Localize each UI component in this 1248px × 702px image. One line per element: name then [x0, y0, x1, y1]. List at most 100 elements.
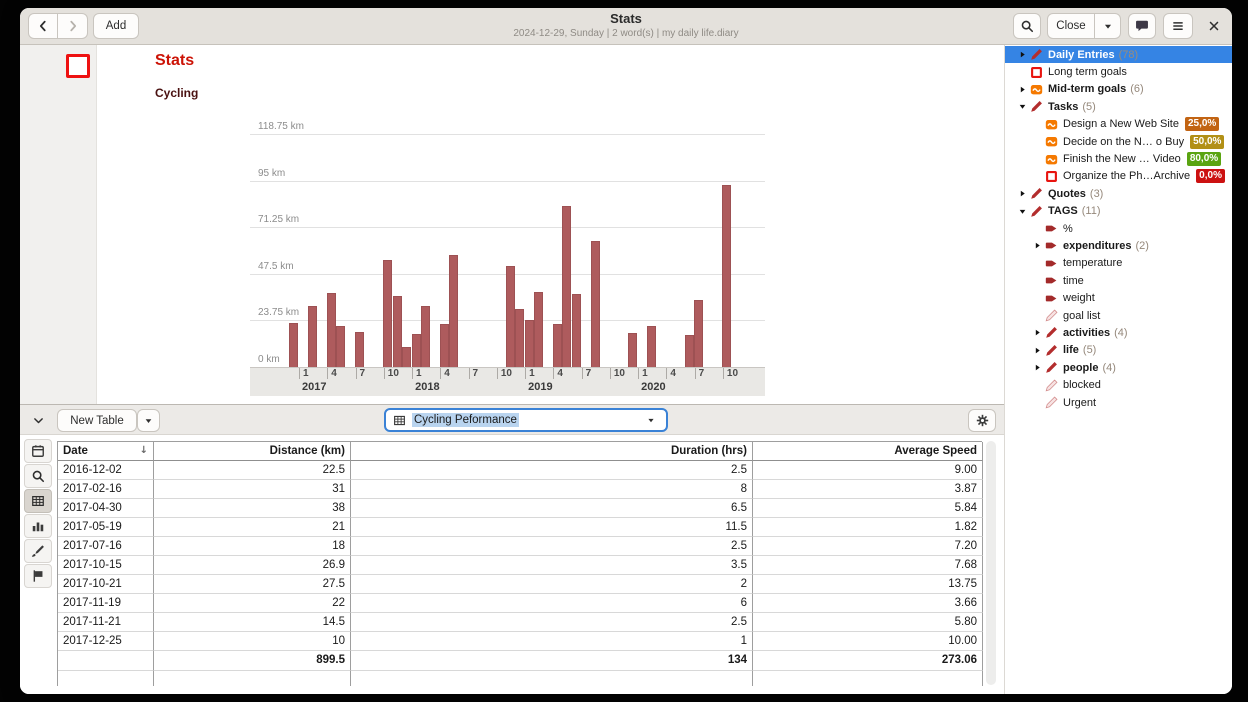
table-cell[interactable]: 26.9 [154, 556, 351, 575]
table-cell[interactable]: 18 [154, 537, 351, 556]
expander-closed-icon[interactable] [1015, 188, 1030, 200]
table-cell[interactable]: 13.75 [753, 575, 983, 594]
close-dropdown-button[interactable] [1095, 13, 1121, 39]
column-header-distance-km[interactable]: Distance (km) [154, 442, 351, 461]
table-cell[interactable]: 2017-10-21 [58, 575, 154, 594]
table-cell[interactable]: 31 [154, 480, 351, 499]
table-cell[interactable]: 3.66 [753, 594, 983, 613]
sidebar-item-activities[interactable]: activities(4) [1005, 324, 1232, 341]
column-header-duration-hrs[interactable]: Duration (hrs) [351, 442, 753, 461]
sidebar-item-temperature[interactable]: temperature [1005, 255, 1232, 272]
expander-closed-icon[interactable] [1015, 83, 1030, 95]
sidebar-item-long-term-goals[interactable]: Long term goals [1005, 63, 1232, 80]
x-axis-tick-label: 7 [473, 368, 479, 379]
expander-closed-icon[interactable] [1030, 362, 1045, 374]
table-cell[interactable]: 2.5 [351, 461, 753, 480]
table-cell[interactable]: 2.5 [351, 613, 753, 632]
sidebar-item-tasks[interactable]: Tasks(5) [1005, 98, 1232, 115]
table-cell[interactable]: 8 [351, 480, 753, 499]
table-cell[interactable]: 2017-04-30 [58, 499, 154, 518]
panel-mode-calendar-button[interactable] [24, 439, 52, 463]
table-cell[interactable]: 2017-07-16 [58, 537, 154, 556]
sidebar-item-daily-entries[interactable]: Daily Entries(78) [1005, 46, 1232, 63]
sidebar-item-people[interactable]: people(4) [1005, 359, 1232, 376]
sidebar-item-expenditures[interactable]: expenditures(2) [1005, 237, 1232, 254]
sidebar-item-quotes[interactable]: Quotes(3) [1005, 185, 1232, 202]
table-cell[interactable]: 1 [351, 632, 753, 651]
sidebar-item-time[interactable]: time [1005, 272, 1232, 289]
table-cell[interactable]: 10 [154, 632, 351, 651]
sidebar-item-organize-the-ph-archive[interactable]: Organize the Ph…Archive0,0% [1005, 168, 1232, 185]
expander-spacer [1015, 66, 1030, 78]
table-cell[interactable]: 2 [351, 575, 753, 594]
table-cell[interactable]: 3.5 [351, 556, 753, 575]
table-cell[interactable]: 2017-11-19 [58, 594, 154, 613]
panel-mode-search-button[interactable] [24, 464, 52, 488]
table-cell[interactable]: 2.5 [351, 537, 753, 556]
sidebar-item-decide-on-the-n-o-buy[interactable]: Decide on the N… o Buy50,0% [1005, 133, 1232, 150]
annotation-button[interactable] [1128, 13, 1156, 39]
search-button[interactable] [1013, 13, 1041, 39]
table-cell[interactable]: 5.80 [753, 613, 983, 632]
sidebar-item-item[interactable]: % [1005, 220, 1232, 237]
table-scrollbar[interactable] [986, 441, 996, 685]
add-entry-button[interactable]: Add [93, 13, 139, 39]
panel-mode-chart-button[interactable] [24, 514, 52, 538]
expander-closed-icon[interactable] [1030, 240, 1045, 252]
table-cell[interactable]: 2016-12-02 [58, 461, 154, 480]
table-cell[interactable]: 7.68 [753, 556, 983, 575]
table-cell[interactable]: 2017-11-21 [58, 613, 154, 632]
sidebar-item-life[interactable]: life(5) [1005, 342, 1232, 359]
wave-icon [1030, 83, 1045, 96]
panel-mode-draw-button[interactable] [24, 539, 52, 563]
task-progress-badge: 50,0% [1190, 135, 1224, 149]
table-cell[interactable]: 2017-12-25 [58, 632, 154, 651]
table-cell[interactable]: 22.5 [154, 461, 351, 480]
expander-closed-icon[interactable] [1030, 327, 1045, 339]
table-cell[interactable]: 5.84 [753, 499, 983, 518]
table-cell[interactable]: 9.00 [753, 461, 983, 480]
table-settings-button[interactable] [968, 409, 996, 432]
close-journal-button[interactable]: Close [1047, 13, 1095, 39]
table-cell[interactable]: 3.87 [753, 480, 983, 499]
sidebar-item-design-a-new-web-site[interactable]: Design a New Web Site25,0% [1005, 116, 1232, 133]
window-close-button[interactable] [1204, 13, 1224, 39]
column-header-date[interactable]: Date↓ [58, 442, 154, 461]
expander-open-icon[interactable] [1015, 205, 1030, 217]
forward-button[interactable] [58, 13, 88, 39]
app-window: Add Stats 2024-12-29, Sunday | 2 word(s)… [20, 8, 1232, 694]
table-cell[interactable]: 22 [154, 594, 351, 613]
sidebar-item-goal-list[interactable]: goal list [1005, 307, 1232, 324]
column-header-average-speed[interactable]: Average Speed [753, 442, 983, 461]
back-button[interactable] [28, 13, 58, 39]
table-cell[interactable]: 2017-02-16 [58, 480, 154, 499]
sidebar-item-tags[interactable]: TAGS(11) [1005, 203, 1232, 220]
table-cell[interactable]: 1.82 [753, 518, 983, 537]
table-cell[interactable]: 7.20 [753, 537, 983, 556]
table-cell[interactable]: 11.5 [351, 518, 753, 537]
menu-button[interactable] [1163, 13, 1193, 39]
panel-mode-flag-button[interactable] [24, 564, 52, 588]
table-cell[interactable]: 2017-05-19 [58, 518, 154, 537]
table-cell[interactable]: 21 [154, 518, 351, 537]
expander-closed-icon[interactable] [1015, 49, 1030, 61]
collapse-panel-button[interactable] [26, 409, 50, 432]
table-cell[interactable]: 6 [351, 594, 753, 613]
table-cell[interactable]: 2017-10-15 [58, 556, 154, 575]
table-cell[interactable]: 14.5 [154, 613, 351, 632]
table-cell[interactable]: 6.5 [351, 499, 753, 518]
sidebar-item-blocked[interactable]: blocked [1005, 376, 1232, 393]
sidebar-item-weight[interactable]: weight [1005, 289, 1232, 306]
table-selector-combobox[interactable]: Cycling Peformance [384, 408, 668, 432]
table-cell[interactable]: 10.00 [753, 632, 983, 651]
panel-mode-table-button[interactable] [24, 489, 52, 513]
new-table-dropdown-button[interactable] [137, 409, 160, 432]
expander-open-icon[interactable] [1015, 101, 1030, 113]
table-cell[interactable]: 38 [154, 499, 351, 518]
table-cell[interactable]: 27.5 [154, 575, 351, 594]
sidebar-item-mid-term-goals[interactable]: Mid-term goals(6) [1005, 81, 1232, 98]
sidebar-item-finish-the-new-video[interactable]: Finish the New … Video80,0% [1005, 150, 1232, 167]
new-table-button[interactable]: New Table [57, 409, 137, 432]
sidebar-item-urgent[interactable]: Urgent [1005, 394, 1232, 411]
expander-closed-icon[interactable] [1030, 344, 1045, 356]
